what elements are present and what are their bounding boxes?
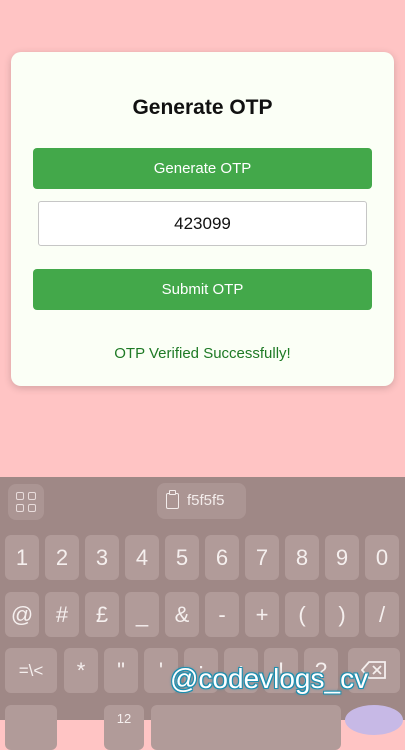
keyboard-apps-icon[interactable] [8, 484, 44, 520]
key-minus[interactable]: - [205, 592, 239, 637]
status-message: OTP Verified Successfully! [114, 345, 291, 362]
key-2[interactable]: 2 [45, 535, 79, 580]
key-asterisk[interactable]: * [64, 648, 98, 693]
key-open-paren[interactable]: ( [285, 592, 319, 637]
key-pound[interactable]: £ [85, 592, 119, 637]
clipboard-suggestion[interactable]: f5f5f5 [157, 483, 246, 519]
generate-otp-button[interactable]: Generate OTP [33, 148, 372, 189]
key-3[interactable]: 3 [85, 535, 119, 580]
page-title: Generate OTP [132, 96, 273, 119]
floating-action-blob [345, 705, 403, 735]
key-underscore[interactable]: _ [125, 592, 159, 637]
key-close-paren[interactable]: ) [325, 592, 359, 637]
key-8[interactable]: 8 [285, 535, 319, 580]
key-5[interactable]: 5 [165, 535, 199, 580]
key-1[interactable]: 1 [5, 535, 39, 580]
key-plus[interactable]: + [245, 592, 279, 637]
watermark: @codevlogs_cv [170, 663, 369, 694]
key-hash[interactable]: # [45, 592, 79, 637]
key-double-quote[interactable]: " [104, 648, 138, 693]
clipboard-suggestion-text: f5f5f5 [187, 492, 225, 509]
key-7[interactable]: 7 [245, 535, 279, 580]
key-abc[interactable] [5, 705, 57, 750]
key-numpad[interactable]: 12 [104, 705, 144, 750]
key-9[interactable]: 9 [325, 535, 359, 580]
otp-input[interactable] [38, 201, 367, 246]
submit-otp-button[interactable]: Submit OTP [33, 269, 372, 310]
key-6[interactable]: 6 [205, 535, 239, 580]
space-key[interactable] [151, 705, 341, 750]
key-0[interactable]: 0 [365, 535, 399, 580]
key-4[interactable]: 4 [125, 535, 159, 580]
key-slash[interactable]: / [365, 592, 399, 637]
clipboard-icon [166, 490, 179, 509]
key-more-symbols[interactable]: =\< [5, 648, 57, 693]
key-ampersand[interactable]: & [165, 592, 199, 637]
key-at[interactable]: @ [5, 592, 39, 637]
